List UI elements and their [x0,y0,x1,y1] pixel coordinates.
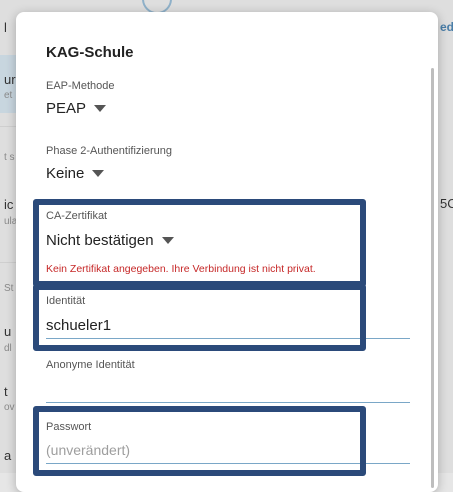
eap-method-label: EAP-Methode [46,80,115,92]
phase2-auth-value: Keine [46,165,85,182]
background-fragment: u [4,324,12,339]
dropdown-arrow-icon [94,105,107,112]
dialog-scrollbar[interactable] [431,68,434,488]
background-fragment: 5C [440,196,453,211]
background-fragment: ed [440,20,453,34]
highlight-box-ca-certificate [33,199,366,287]
highlight-box-password [33,406,366,476]
background-fragment: ov [4,402,15,413]
background-fragment: St [4,283,14,294]
background-fragment: ic [4,197,14,212]
eap-method-value: PEAP [46,100,87,117]
eap-method-select[interactable]: PEAP [46,100,107,117]
background-fragment: a [4,448,12,463]
dropdown-arrow-icon [92,170,105,177]
anonymous-identity-underline [46,402,410,403]
dialog-title: KAG-Schule [46,44,134,61]
phase2-auth-select[interactable]: Keine [46,165,105,182]
anonymous-identity-label: Anonyme Identität [46,359,135,371]
background-fragment: ur [4,72,16,87]
background-fragment: dl [4,343,12,354]
phase2-auth-label: Phase 2-Authentifizierung [46,145,172,157]
background-fragment: et [4,90,13,101]
highlight-box-identity [33,284,366,351]
background-fragment: t s [4,152,15,163]
background-fragment: t [4,384,8,399]
background-fragment: l [4,20,7,35]
